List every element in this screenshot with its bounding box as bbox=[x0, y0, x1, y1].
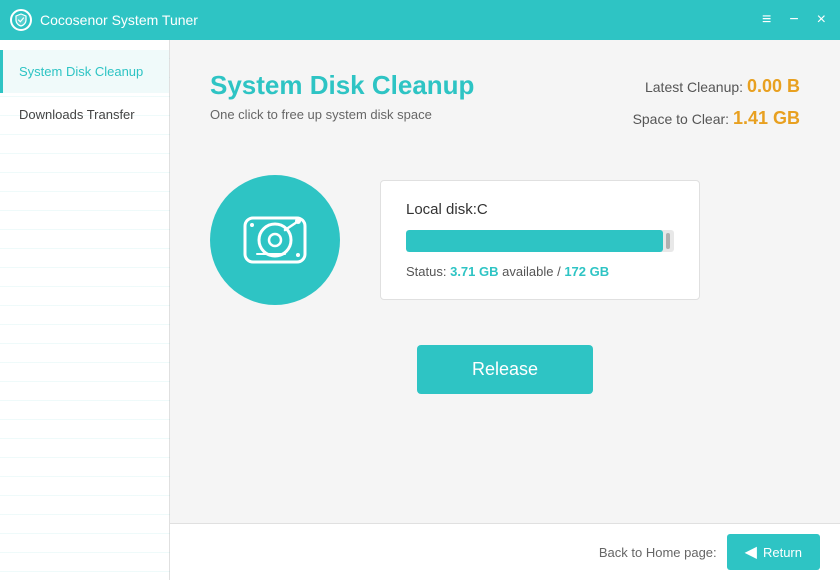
disk-usage-bar bbox=[406, 230, 674, 252]
disk-section: Local disk:C Status: 3.71 GB available /… bbox=[210, 175, 800, 305]
page-subtitle: One click to free up system disk space bbox=[210, 107, 474, 122]
disk-info-box: Local disk:C Status: 3.71 GB available /… bbox=[380, 180, 700, 300]
main-layout: System Disk Cleanup Downloads Transfer S… bbox=[0, 40, 840, 580]
latest-cleanup-row: Latest Cleanup: 0.00 B bbox=[633, 70, 800, 102]
return-button-label: Return bbox=[763, 545, 802, 560]
space-to-clear-row: Space to Clear: 1.41 GB bbox=[633, 102, 800, 134]
disk-bar-end-marker bbox=[666, 233, 670, 249]
minimize-button[interactable]: − bbox=[785, 10, 802, 30]
content-title-block: System Disk Cleanup One click to free up… bbox=[210, 70, 474, 122]
sidebar-item-downloads-transfer[interactable]: Downloads Transfer bbox=[0, 93, 169, 136]
disk-bar-fill bbox=[406, 230, 663, 252]
space-to-clear-label: Space to Clear: bbox=[633, 111, 730, 127]
title-bar-left: Cocosenor System Tuner bbox=[10, 9, 198, 31]
button-section: Release bbox=[210, 345, 800, 394]
shield-icon bbox=[10, 9, 32, 31]
back-home-label: Back to Home page: bbox=[599, 545, 717, 560]
disk-separator: available / bbox=[502, 264, 561, 279]
sidebar: System Disk Cleanup Downloads Transfer bbox=[0, 40, 170, 580]
app-title: Cocosenor System Tuner bbox=[40, 12, 198, 28]
bottom-bar: Back to Home page: ◀ Return bbox=[170, 523, 840, 580]
space-to-clear-value: 1.41 GB bbox=[733, 108, 800, 128]
page-title: System Disk Cleanup bbox=[210, 70, 474, 101]
release-button[interactable]: Release bbox=[417, 345, 593, 394]
disk-total: 172 GB bbox=[564, 264, 609, 279]
return-arrow-icon: ◀ bbox=[745, 542, 757, 562]
menu-button[interactable]: ≡ bbox=[758, 10, 775, 30]
hard-disk-icon bbox=[235, 200, 315, 280]
close-button[interactable]: × bbox=[813, 10, 830, 30]
title-bar: Cocosenor System Tuner ≡ − × bbox=[0, 0, 840, 40]
disk-available: 3.71 GB bbox=[450, 264, 498, 279]
latest-cleanup-value: 0.00 B bbox=[747, 76, 800, 96]
content-area: System Disk Cleanup One click to free up… bbox=[170, 40, 840, 580]
disk-status-text: Status: 3.71 GB available / 172 GB bbox=[406, 264, 674, 279]
return-button[interactable]: ◀ Return bbox=[727, 534, 820, 570]
disk-icon-container bbox=[210, 175, 340, 305]
sidebar-item-system-disk-cleanup[interactable]: System Disk Cleanup bbox=[0, 50, 169, 93]
content-header: System Disk Cleanup One click to free up… bbox=[210, 70, 800, 135]
stats-block: Latest Cleanup: 0.00 B Space to Clear: 1… bbox=[633, 70, 800, 135]
status-label: Status: bbox=[406, 264, 446, 279]
window-controls: ≡ − × bbox=[758, 10, 830, 30]
disk-label: Local disk:C bbox=[406, 201, 674, 218]
latest-cleanup-label: Latest Cleanup: bbox=[645, 79, 743, 95]
